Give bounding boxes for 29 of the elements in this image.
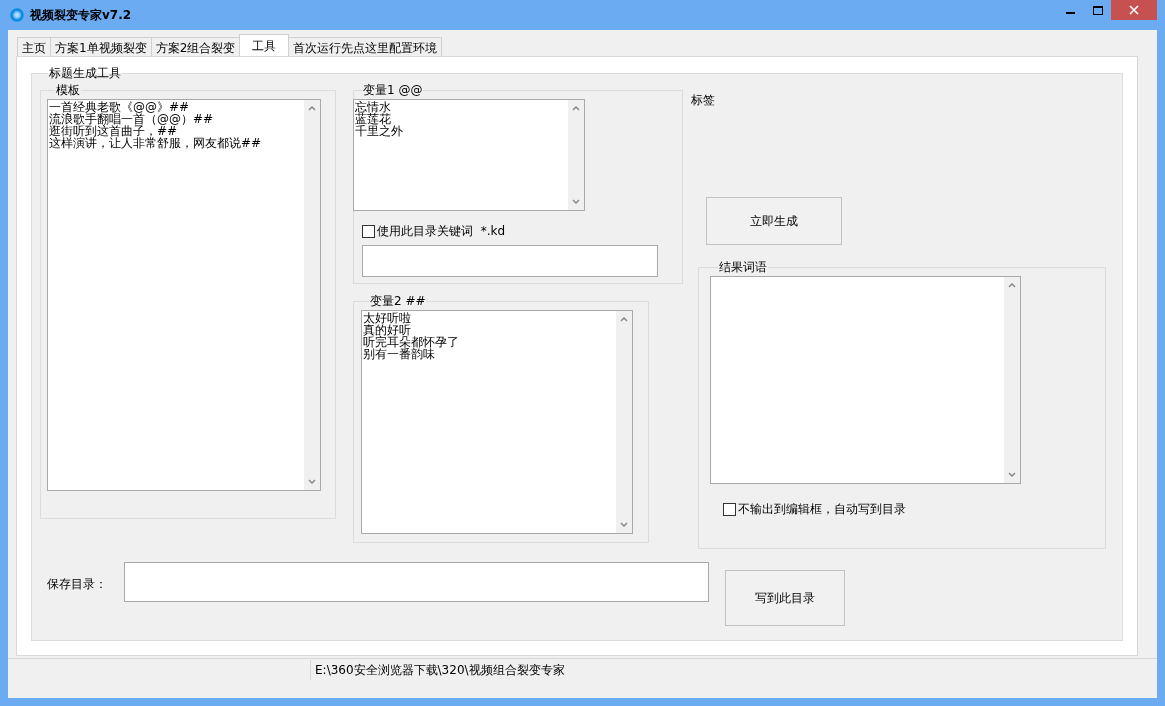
text-area[interactable]: 忘情水 蓝莲花 千里之外 xyxy=(353,99,585,211)
input-field[interactable] xyxy=(362,245,658,277)
tab[interactable]: 方案2组合裂变 xyxy=(150,37,241,57)
generate-button[interactable]: 立即生成 xyxy=(706,197,842,245)
text-area[interactable]: 太好听啦 真的好听 听完耳朵都怀孕了 别有一番韵味 xyxy=(361,310,633,534)
text-area[interactable]: 一首经典老歌《@@》## 流浪歌手翻唱一首（@@）## 逛街听到这首曲子，## 这样演讲，让人非常舒服，网友都说## xyxy=(47,99,321,491)
status-text: E:\360安全浏览器下载\320\视频组合裂变专家 xyxy=(310,660,565,680)
scrollbar[interactable] xyxy=(568,100,584,210)
group-title: 结果词语 xyxy=(718,259,768,276)
scrollbar[interactable] xyxy=(616,311,632,533)
tab[interactable]: 工具 xyxy=(239,34,290,56)
window-title: 视频裂变专家v7.2 xyxy=(30,6,133,24)
checkbox[interactable]: 使用此目录关键词 *.kd xyxy=(362,223,660,240)
checkbox[interactable]: 不输出到编辑框，自动写到目录 xyxy=(723,501,1021,518)
write-button[interactable]: 写到此目录 xyxy=(725,570,845,626)
input-field[interactable] xyxy=(124,562,709,602)
tab[interactable]: 主页 xyxy=(17,37,51,57)
app-icon xyxy=(10,8,24,22)
close-icon xyxy=(1129,5,1139,15)
group-title: 模板 xyxy=(55,82,81,99)
tag-label: 标签 xyxy=(691,92,715,109)
save-label: 保存目录： xyxy=(47,576,107,593)
scrollbar[interactable] xyxy=(304,100,320,490)
tab[interactable]: 首次运行先点这里配置环境 xyxy=(288,37,443,57)
tab[interactable]: 方案1单视频裂变 xyxy=(50,37,152,57)
scrollbar[interactable] xyxy=(1004,277,1020,483)
group-title: 标题生成工具 xyxy=(48,65,122,82)
group-title: 变量2 ## xyxy=(369,293,427,310)
group-title: 变量1 @@ xyxy=(362,82,424,99)
